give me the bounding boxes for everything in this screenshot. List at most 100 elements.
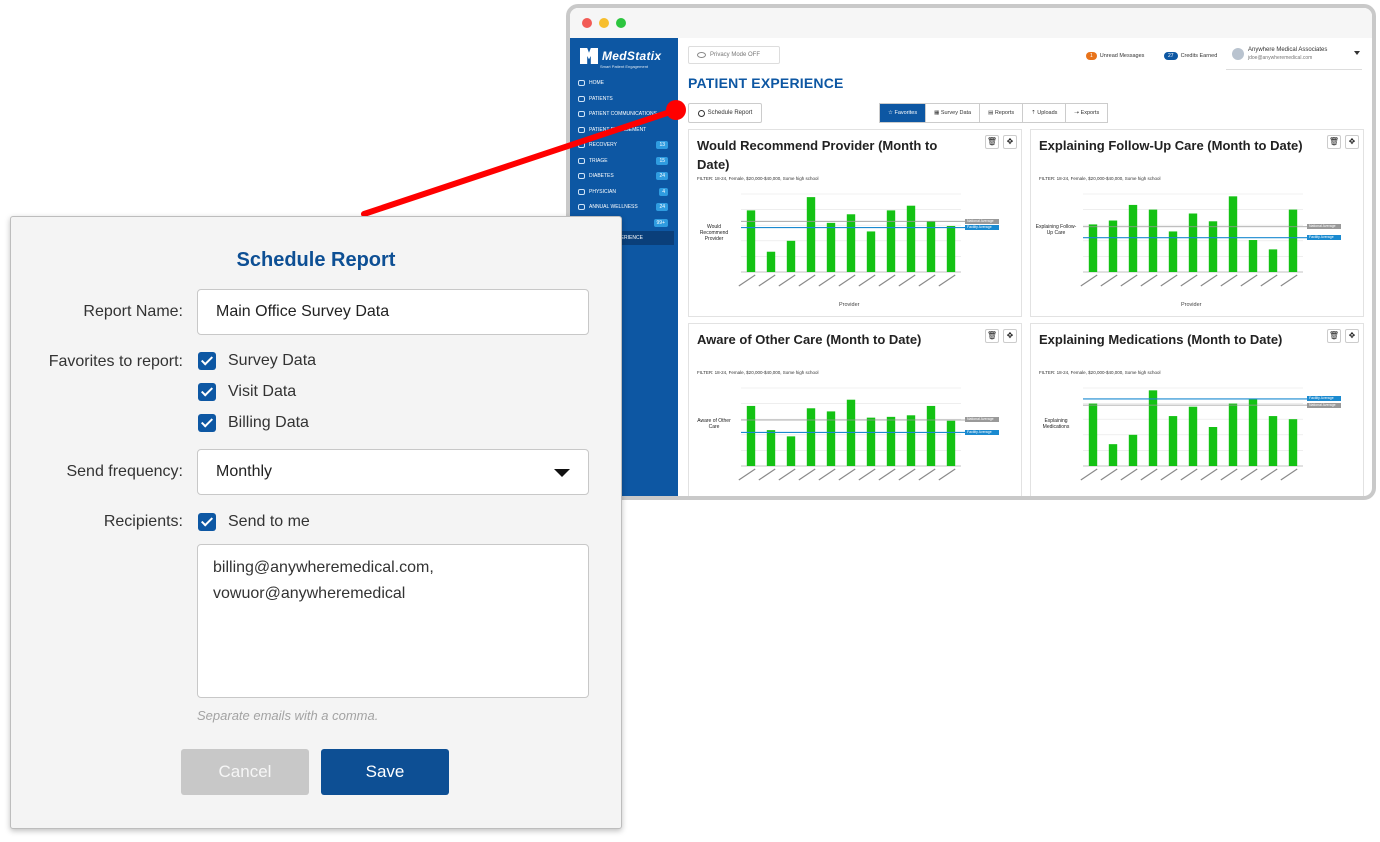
chart-bar[interactable] [906, 415, 916, 466]
bar-chart [738, 387, 965, 481]
close-window-icon[interactable] [582, 18, 592, 28]
sidebar-item[interactable]: Patient Communications [578, 107, 674, 121]
trash-icon[interactable]: 🗑 [985, 329, 999, 343]
save-button[interactable]: Save [321, 749, 449, 795]
x-tick-label [1280, 274, 1298, 287]
chart-bar[interactable] [1208, 221, 1218, 272]
sidebar-item[interactable]: Triage 15 [578, 154, 674, 168]
chart-bar[interactable] [1128, 434, 1138, 466]
checkbox-checked-icon[interactable] [198, 383, 216, 401]
unread-messages[interactable]: 1 Unread Messages [1086, 52, 1144, 60]
schedule-report-dialog: Schedule Report Report Name: Main Office… [10, 216, 622, 829]
chart-bar[interactable] [1128, 204, 1138, 272]
minimize-window-icon[interactable] [599, 18, 609, 28]
tab-survey-data[interactable]: ▦ Survey Data [925, 104, 979, 122]
chart-bar[interactable] [1168, 416, 1178, 466]
tab-favorites[interactable]: ☆ Favorites [880, 104, 926, 122]
trash-icon[interactable]: 🗑 [985, 135, 999, 149]
chart-bar[interactable] [1188, 406, 1198, 466]
chart-bar[interactable] [766, 430, 776, 466]
chart-bar[interactable] [906, 205, 916, 272]
x-tick-label [1080, 274, 1098, 287]
chart-bar[interactable] [746, 405, 756, 466]
nav-item-icon [578, 157, 585, 164]
tab-reports[interactable]: ▤ Reports [979, 104, 1022, 122]
chart-bar[interactable] [886, 416, 896, 466]
cancel-button[interactable]: Cancel [181, 749, 309, 795]
chart-bar[interactable] [1248, 240, 1258, 272]
chart-bar[interactable] [846, 214, 856, 272]
tab-uploads[interactable]: ⇡ Uploads [1022, 104, 1065, 122]
favorite-checkbox-survey-data[interactable]: Survey Data [198, 351, 316, 371]
move-icon[interactable]: ✥ [1003, 329, 1017, 343]
x-tick-label [738, 274, 756, 287]
chart-bar[interactable] [1268, 416, 1278, 466]
chart-bar[interactable] [946, 420, 956, 466]
chart-bar[interactable] [886, 210, 896, 272]
sidebar-item[interactable]: Home [578, 76, 674, 90]
x-tick-label [1080, 468, 1098, 481]
sidebar-item[interactable]: Diabetes 24 [578, 169, 674, 183]
chart-bar[interactable] [1108, 444, 1118, 466]
move-icon[interactable]: ✥ [1345, 329, 1359, 343]
favorite-checkbox-visit-data[interactable]: Visit Data [198, 382, 296, 402]
brand-logo[interactable]: MedStatix [580, 48, 661, 64]
chart-bar[interactable] [1148, 390, 1158, 466]
chart-bar[interactable] [826, 222, 836, 272]
sidebar-item[interactable]: Patients [578, 92, 674, 106]
chart-bar[interactable] [806, 197, 816, 272]
chart-bar[interactable] [1228, 403, 1238, 466]
sidebar-item[interactable]: Patient Engagement [578, 123, 674, 137]
send-to-me-checkbox[interactable]: Send to me [198, 512, 310, 532]
chart-bar[interactable] [866, 231, 876, 272]
chart-bar[interactable] [1288, 419, 1298, 466]
x-tick-label [1220, 274, 1238, 287]
chart-bar[interactable] [786, 436, 796, 466]
chart-bar[interactable] [1208, 427, 1218, 466]
chart-bar[interactable] [926, 221, 936, 272]
trash-icon[interactable]: 🗑 [1327, 329, 1341, 343]
chart-card: Explaining Medications (Month to Date) FI… [1030, 323, 1364, 496]
trash-icon[interactable]: 🗑 [1327, 135, 1341, 149]
chart-bar[interactable] [1188, 213, 1198, 273]
privacy-mode-toggle[interactable]: Privacy Mode OFF [688, 46, 780, 64]
sidebar-item[interactable]: Physician 4 [578, 185, 674, 199]
x-tick-label [898, 274, 916, 287]
chart-bar[interactable] [766, 251, 776, 272]
move-icon[interactable]: ✥ [1003, 135, 1017, 149]
sidebar-item[interactable]: Annual Wellness 24 [578, 200, 674, 214]
frequency-select[interactable]: Monthly [197, 449, 589, 495]
recipients-textarea[interactable]: billing@anywheremedical.com, vowuor@anyw… [197, 544, 589, 698]
credits-earned[interactable]: 27 Credits Earned [1164, 52, 1217, 60]
chart-bar[interactable] [1268, 249, 1278, 272]
chart-bar[interactable] [746, 210, 756, 272]
chart-bar[interactable] [1248, 398, 1258, 466]
chart-bar[interactable] [1108, 220, 1118, 272]
tab-exports[interactable]: ⇢ Exports [1065, 104, 1107, 122]
x-tick-label [1120, 468, 1138, 481]
account-menu[interactable]: Anywhere Medical Associates jdoe@anywher… [1226, 44, 1362, 70]
move-icon[interactable]: ✥ [1345, 135, 1359, 149]
chart-bar[interactable] [866, 417, 876, 466]
chart-bar[interactable] [1228, 196, 1238, 272]
sidebar-item[interactable]: Recovery 13 [578, 138, 674, 152]
checkbox-checked-icon[interactable] [198, 352, 216, 370]
nav-item-icon [578, 111, 585, 117]
chart-bar[interactable] [1088, 224, 1098, 272]
chart-title: Explaining Follow-Up Care (Month to Date… [1039, 138, 1303, 153]
top-bar: Privacy Mode OFF 1 Unread Messages 27 Cred… [678, 38, 1372, 78]
chart-bar[interactable] [1088, 403, 1098, 466]
report-name-input[interactable]: Main Office Survey Data [197, 289, 589, 335]
chart-bar[interactable] [1288, 209, 1298, 272]
schedule-report-button[interactable]: Schedule Report [688, 103, 762, 123]
chart-bar[interactable] [946, 225, 956, 272]
x-tick-label [1280, 468, 1298, 481]
chart-bar[interactable] [1148, 209, 1158, 272]
chart-bar[interactable] [806, 408, 816, 466]
favorite-checkbox-billing-data[interactable]: Billing Data [198, 413, 309, 433]
chart-bar[interactable] [786, 240, 796, 272]
checkbox-checked-icon[interactable] [198, 414, 216, 432]
maximize-window-icon[interactable] [616, 18, 626, 28]
chart-bar[interactable] [926, 405, 936, 466]
checkbox-checked-icon[interactable] [198, 513, 216, 531]
